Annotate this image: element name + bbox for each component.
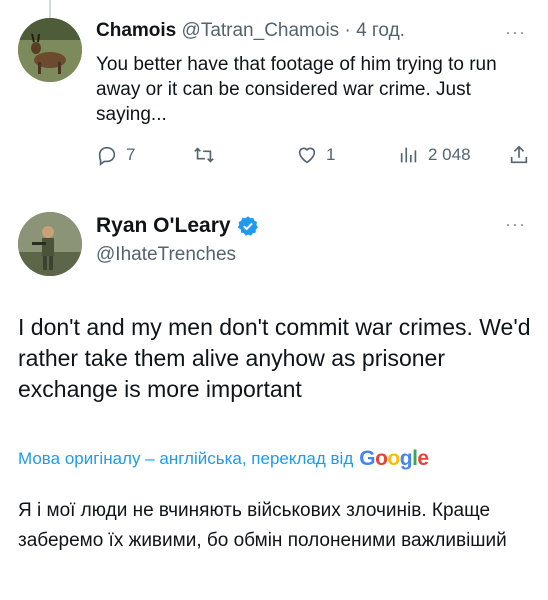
tweet-text: You better have that footage of him tryi… <box>96 54 497 125</box>
verified-badge-icon <box>237 216 258 236</box>
share-icon <box>510 145 528 164</box>
avatar[interactable] <box>18 18 82 82</box>
views-count: 2 048 <box>428 145 471 164</box>
author-handle[interactable]: @Tatran_Chamois <box>182 20 340 41</box>
heart-icon <box>298 147 316 164</box>
share-button[interactable] <box>508 144 530 166</box>
retweet-icon <box>194 147 214 163</box>
timestamp[interactable]: 4 год. <box>356 20 405 41</box>
tweet-text: I don't and my men don't commit war crim… <box>18 314 531 402</box>
translation-note-text: Мова оригіналу – англійська, переклад ві… <box>18 449 354 468</box>
author-name-row: Ryan O'Leary <box>96 214 259 238</box>
reply-button[interactable]: 7 <box>96 144 135 166</box>
reply-header: Chamois @Tatran_Chamois · 4 год. <box>96 20 405 42</box>
author-name[interactable]: Ryan O'Leary <box>96 214 231 238</box>
action-bar: 7 1 2 048 <box>96 144 532 172</box>
translation-note[interactable]: Мова оригіналу – англійська, переклад ві… <box>18 447 429 471</box>
author-name[interactable]: Chamois <box>96 20 176 41</box>
like-count: 1 <box>326 145 336 164</box>
google-logo: Google <box>359 447 429 470</box>
avatar[interactable] <box>18 212 82 276</box>
like-button[interactable]: 1 <box>296 144 335 166</box>
views-icon <box>400 147 417 163</box>
chamois-avatar-image <box>18 18 82 82</box>
views-button[interactable]: 2 048 <box>398 144 471 166</box>
ryan-avatar-image <box>18 212 82 276</box>
separator: · <box>344 20 351 41</box>
more-options-icon[interactable]: ··· <box>505 214 526 235</box>
reply-tweet[interactable]: Chamois @Tatran_Chamois · 4 год. ··· You… <box>0 0 548 190</box>
reply-icon <box>98 146 116 166</box>
more-options-icon[interactable]: ··· <box>505 22 526 43</box>
author-handle[interactable]: @IhateTrenches <box>96 244 236 266</box>
reply-count: 7 <box>126 145 136 164</box>
retweet-button[interactable] <box>192 144 224 166</box>
translated-tweet-text: Я і мої люди не вчиняють військових злоч… <box>18 500 507 551</box>
